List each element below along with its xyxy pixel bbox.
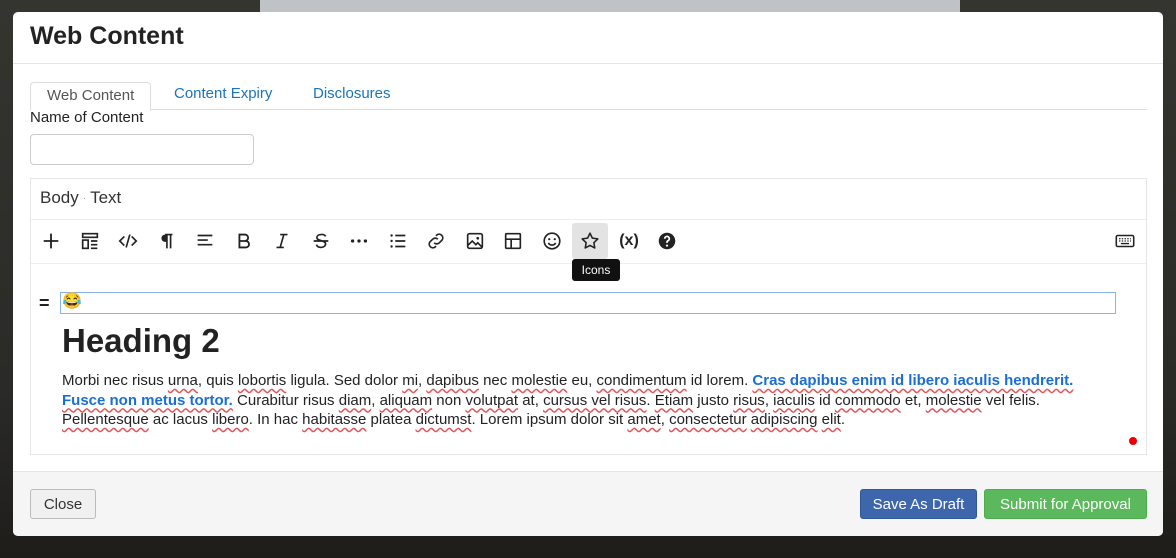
link-icon[interactable] (418, 223, 454, 259)
paragraph-link-1[interactable]: Cras dapibus enim id libero iaculis hend… (752, 372, 1073, 389)
name-of-content-label: Name of Content (30, 109, 144, 126)
modal-header: Web Content (13, 12, 1163, 64)
editor-content[interactable]: = 😂 Heading 2 Morbi nec risus urna, quis… (31, 263, 1146, 453)
plus-icon[interactable] (33, 223, 69, 259)
tab-content-expiry[interactable]: Content Expiry (158, 82, 288, 108)
save-as-draft-button[interactable]: Save As Draft (860, 489, 977, 519)
close-button[interactable]: Close (30, 489, 96, 519)
name-of-content-input[interactable] (30, 134, 254, 165)
editor-label-body: Body (40, 188, 79, 207)
help-icon[interactable] (649, 223, 685, 259)
italic-icon[interactable] (264, 223, 300, 259)
drag-handle-icon[interactable]: = (39, 293, 50, 314)
separator-dot: · (82, 193, 87, 205)
bold-icon[interactable] (226, 223, 262, 259)
modal-footer: Close Save As Draft Submit for Approval (13, 471, 1163, 536)
variable-icon[interactable]: (x) (611, 223, 647, 259)
tab-web-content[interactable]: Web Content (30, 82, 152, 111)
list-icon[interactable] (380, 223, 416, 259)
backdrop-strip (260, 0, 960, 12)
paragraph-link-2[interactable]: Fusce non metus tortor. (62, 392, 233, 409)
modal-title: Web Content (30, 22, 184, 50)
editor-label-text: Text (90, 188, 122, 207)
selected-emoji-block[interactable]: 😂 (60, 292, 1116, 314)
content-paragraph: Morbi nec risus urna, quis lobortis ligu… (62, 372, 1074, 428)
keyboard-icon[interactable] (1107, 223, 1143, 259)
content-heading: Heading 2 (62, 322, 220, 359)
table-icon[interactable] (495, 223, 531, 259)
laughing-emoji: 😂 (62, 293, 82, 310)
variable-icon-text: (x) (619, 232, 639, 249)
status-indicator-dot (1129, 437, 1137, 445)
strikethrough-icon[interactable] (303, 223, 339, 259)
rich-text-editor: Body · Text (x) Icons = 😂 Heading 2 Morb… (30, 178, 1147, 455)
align-left-icon[interactable] (187, 223, 223, 259)
more-icon[interactable] (341, 223, 377, 259)
layout-icon[interactable] (72, 223, 108, 259)
code-icon[interactable] (110, 223, 146, 259)
editor-label: Body · Text (40, 188, 121, 208)
star-icon[interactable] (572, 223, 608, 259)
web-content-modal: Web Content Web Content Content Expiry D… (13, 12, 1163, 536)
submit-for-approval-button[interactable]: Submit for Approval (984, 489, 1147, 519)
tab-disclosures[interactable]: Disclosures (297, 82, 407, 108)
emoji-icon[interactable] (534, 223, 570, 259)
image-icon[interactable] (457, 223, 493, 259)
tab-bar: Web Content Content Expiry Disclosures (30, 82, 1147, 111)
paragraph-icon[interactable] (148, 223, 184, 259)
editor-toolbar: (x) (31, 219, 1146, 264)
